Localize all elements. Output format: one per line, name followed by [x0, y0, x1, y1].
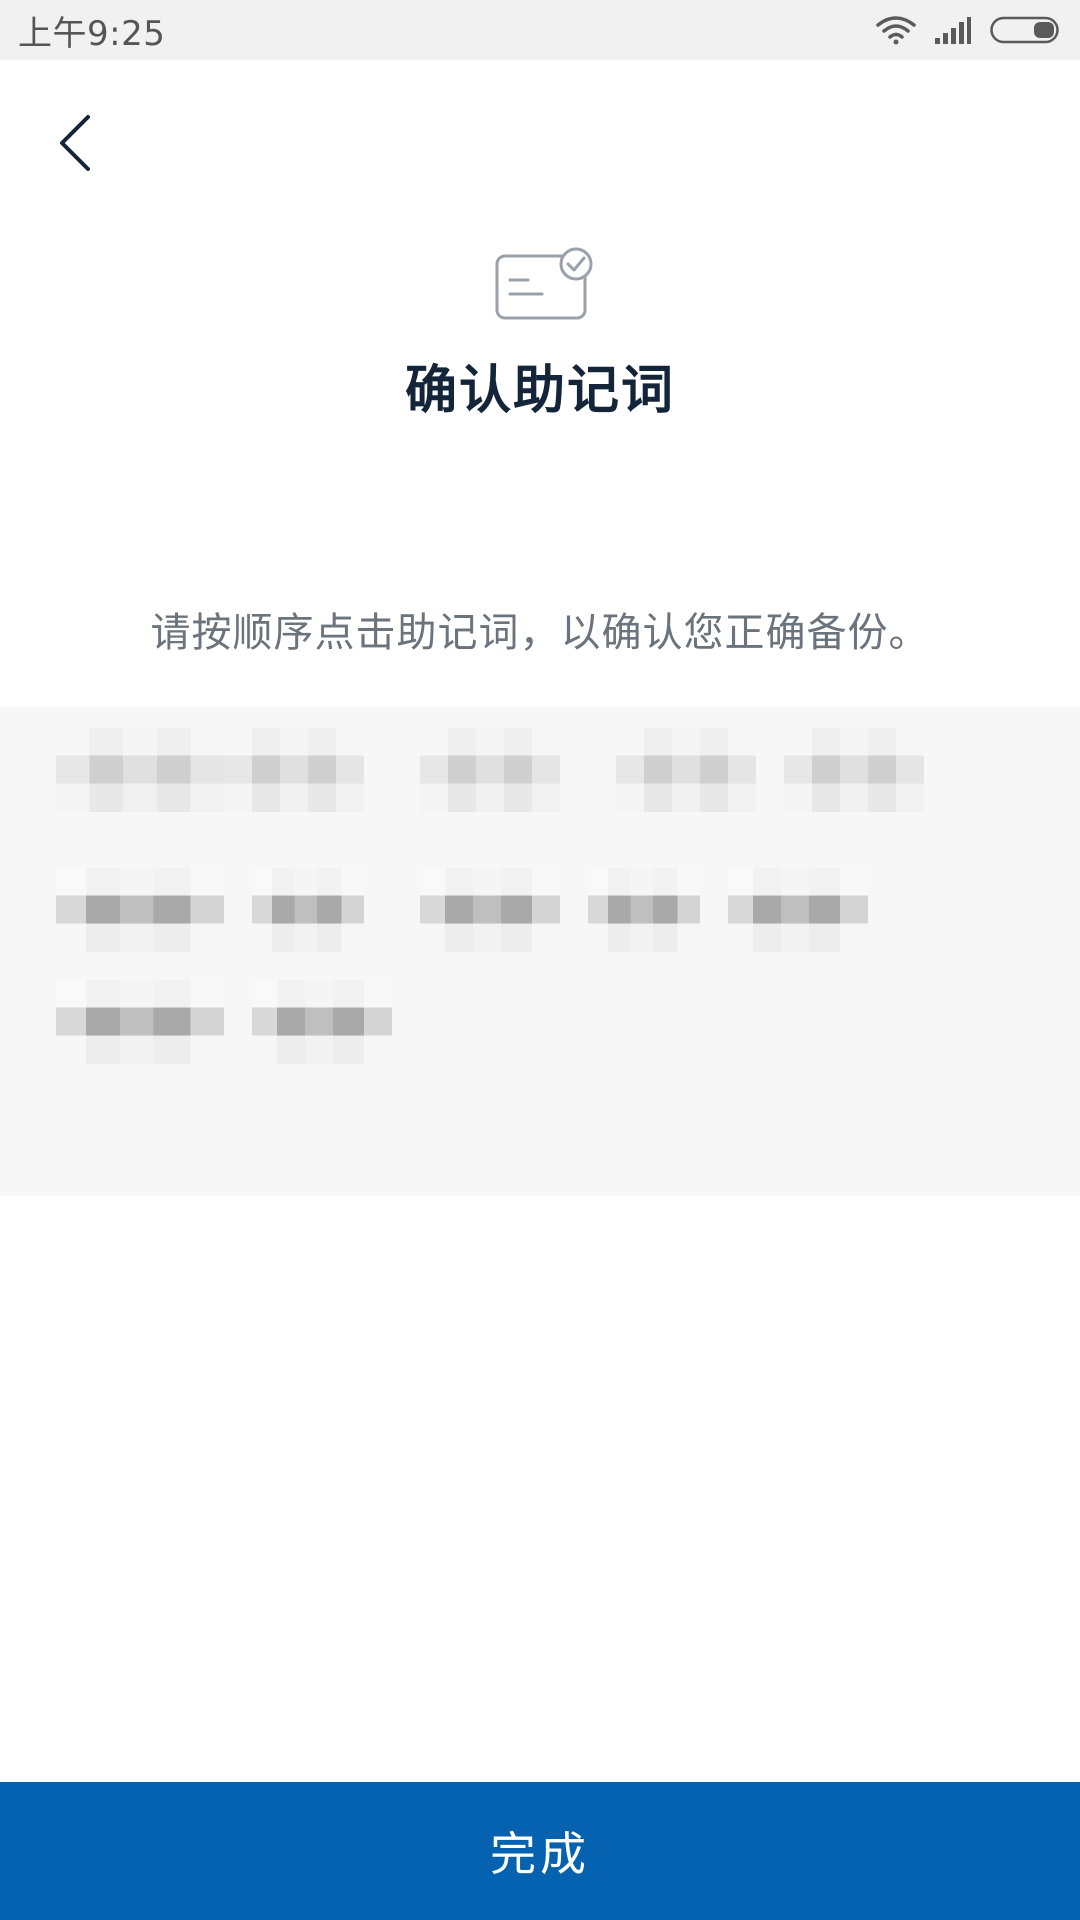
- word-chip[interactable]: [252, 980, 392, 1064]
- word-chip[interactable]: [252, 868, 364, 952]
- word-chip[interactable]: [56, 728, 224, 812]
- instruction-text: 请按顺序点击助记词，以确认您正确备份。: [150, 610, 930, 656]
- word-chip[interactable]: [56, 980, 224, 1064]
- chevron-left-icon: [56, 113, 92, 177]
- word-chip[interactable]: [588, 868, 700, 952]
- word-selection-panel: [0, 706, 1080, 1196]
- card-check-icon: [494, 246, 594, 322]
- status-icons: [876, 15, 1062, 45]
- word-chip[interactable]: [616, 728, 756, 812]
- word-chip[interactable]: [728, 868, 868, 952]
- battery-icon: [990, 15, 1062, 45]
- wifi-icon: [876, 15, 916, 45]
- mnemonic-confirm-screen: 上午9:25 确认助记词 请按顺序点击助记词，以确认您正确备份。 完成: [0, 0, 1080, 1920]
- page-title: 确认助记词: [404, 361, 675, 421]
- status-bar: 上午9:25: [0, 0, 1080, 60]
- word-chip[interactable]: [420, 728, 560, 812]
- word-chip[interactable]: [224, 728, 364, 812]
- done-button[interactable]: 完成: [0, 1782, 1080, 1920]
- word-chip[interactable]: [56, 868, 224, 952]
- word-chip[interactable]: [420, 868, 560, 952]
- word-chip[interactable]: [784, 728, 924, 812]
- back-button[interactable]: [44, 110, 104, 180]
- signal-icon: [934, 16, 972, 44]
- status-time: 上午9:25: [18, 13, 166, 54]
